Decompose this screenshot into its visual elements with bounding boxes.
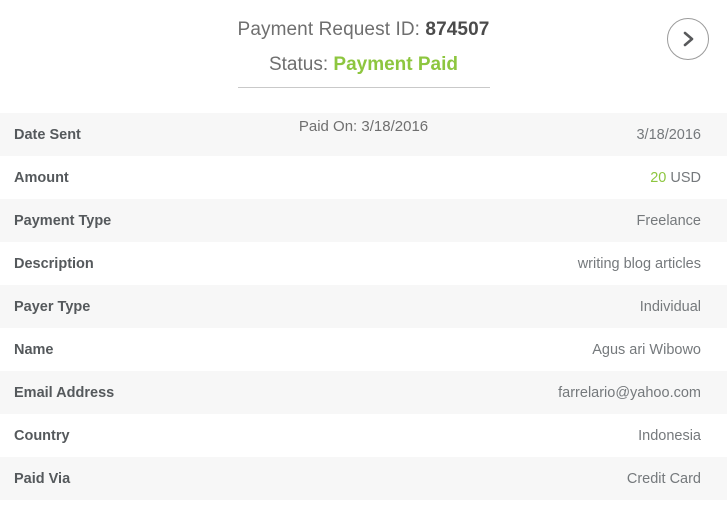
header-summary: Payment Request ID: 874507 Status: Payme…: [0, 0, 727, 134]
table-row: Name Agus ari Wibowo: [0, 328, 727, 371]
paid-on-text: Paid On: 3/18/2016: [298, 118, 429, 135]
payment-request-header: Payment Request ID: 874507 Status: Payme…: [0, 0, 727, 134]
table-row: Email Address farrelario@yahoo.com: [0, 371, 727, 414]
row-label: Name: [14, 341, 54, 358]
payment-request-id-label: Payment Request ID:: [237, 19, 421, 40]
payment-request-detail-page: Payment Request ID: 874507 Status: Payme…: [0, 0, 727, 510]
row-value: writing blog articles: [577, 255, 701, 272]
row-value: Credit Card: [626, 470, 701, 487]
header-divider: [237, 87, 490, 88]
table-row: Country Indonesia: [0, 414, 727, 457]
row-value: Freelance: [636, 212, 701, 229]
currency-value: USD: [670, 169, 701, 186]
table-row: Payment Type Freelance: [0, 199, 727, 242]
row-value: 20 USD: [650, 170, 701, 186]
payment-request-id-line: Payment Request ID: 874507: [0, 0, 727, 39]
table-row: Payer Type Individual: [0, 285, 727, 328]
amount-value: 20: [650, 169, 667, 186]
row-label: Paid Via: [14, 470, 71, 487]
row-label: Amount: [14, 169, 69, 186]
payment-request-id-value: 874507: [425, 19, 490, 40]
row-label: Payment Type: [14, 212, 112, 229]
table-row: Amount 20 USD: [0, 156, 727, 199]
row-value: farrelario@yahoo.com: [558, 384, 701, 401]
status-line: Status: Payment Paid: [0, 39, 727, 74]
payment-detail-table: Date Sent 3/18/2016 Amount 20 USD Paymen…: [0, 113, 727, 500]
status-badge: Payment Paid: [333, 54, 459, 75]
status-label: Status:: [268, 54, 329, 75]
row-label: Payer Type: [14, 298, 91, 315]
row-value: Individual: [639, 298, 701, 315]
next-button[interactable]: [667, 18, 709, 60]
row-label: Description: [14, 255, 94, 272]
row-value: Indonesia: [638, 427, 701, 444]
row-value: Agus ari Wibowo: [592, 341, 701, 358]
chevron-right-icon: [682, 30, 695, 48]
header-divider-wrap: [0, 87, 727, 105]
table-row: Description writing blog articles: [0, 242, 727, 285]
row-label: Country: [14, 427, 70, 444]
table-row: Paid Via Credit Card: [0, 457, 727, 500]
row-label: Email Address: [14, 384, 115, 401]
